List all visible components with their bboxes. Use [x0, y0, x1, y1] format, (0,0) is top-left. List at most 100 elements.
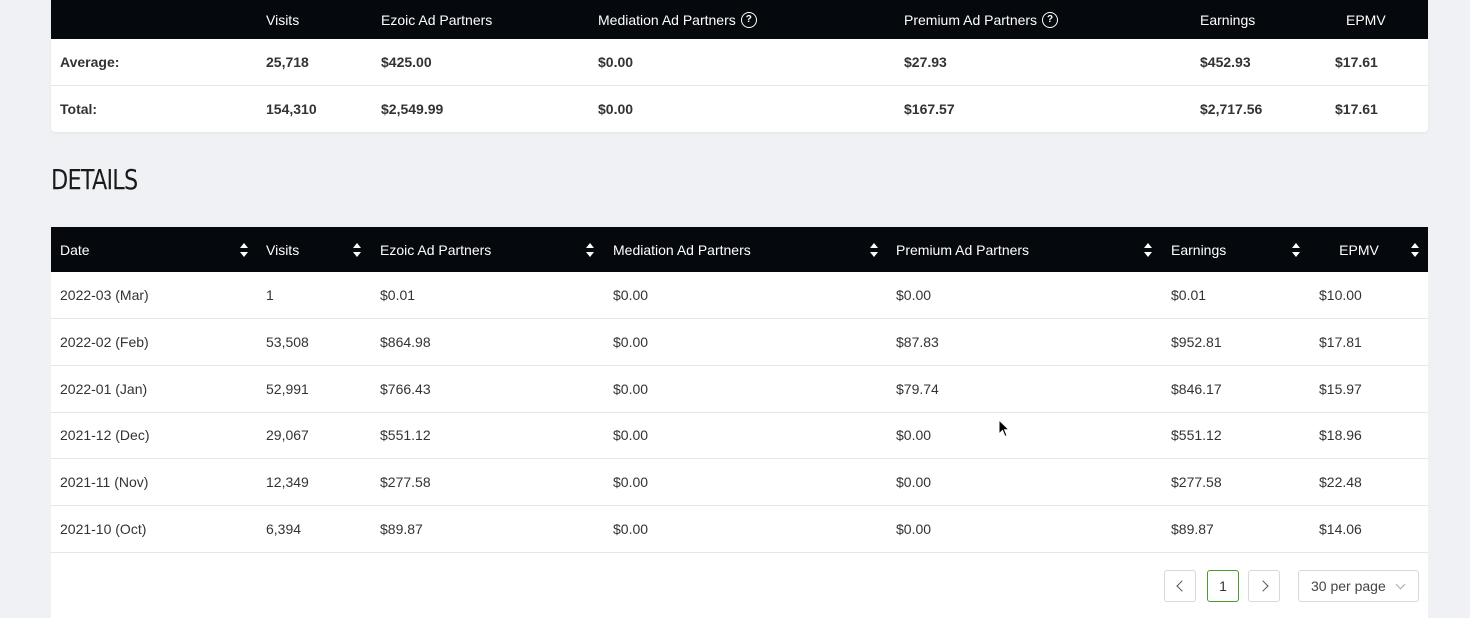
average-earnings: $452.93: [1200, 54, 1251, 70]
cell-earnings: $846.17: [1171, 381, 1222, 397]
cell-epmv: $14.06: [1319, 521, 1362, 537]
column-header-premium-label: Premium Ad Partners: [896, 241, 1030, 258]
cell-earnings: $952.81: [1171, 334, 1222, 350]
cell-earnings: $551.12: [1171, 427, 1222, 443]
column-header-date[interactable]: Date: [51, 227, 257, 272]
column-header-epmv[interactable]: EPMV: [1310, 227, 1428, 272]
cell-epmv: $10.00: [1319, 287, 1362, 303]
help-icon[interactable]: ?: [740, 11, 757, 28]
column-header-date-label: Date: [60, 241, 90, 258]
per-page-value: 30 per page: [1311, 578, 1386, 594]
cell-mediation: $0.00: [613, 334, 649, 350]
table-row: 2021-10 (Oct) 6,394 $89.87 $0.00 $0.00 $…: [51, 506, 1428, 553]
average-mediation: $0.00: [598, 54, 634, 70]
cell-mediation: $0.00: [613, 287, 649, 303]
total-earnings: $2,717.56: [1200, 101, 1263, 117]
cell-visits: 53,508: [266, 334, 309, 350]
average-epmv: $17.61: [1335, 54, 1378, 70]
cell-premium: $87.83: [896, 334, 939, 350]
table-row: 2021-12 (Dec) 29,067 $551.12 $0.00 $0.00…: [51, 412, 1428, 459]
column-header-epmv-label: EPMV: [1339, 241, 1379, 258]
cell-premium: $0.00: [896, 427, 932, 443]
column-header-mediation[interactable]: Mediation Ad Partners: [604, 227, 887, 272]
total-label: Total:: [60, 101, 98, 117]
details-title: DETAILS: [51, 163, 138, 196]
average-label: Average:: [60, 54, 120, 70]
summary-header-visits: Visits: [266, 11, 300, 28]
cell-visits: 6,394: [266, 521, 302, 537]
cell-ezoic: $89.87: [380, 521, 423, 537]
table-row: 2021-11 (Nov) 12,349 $277.58 $0.00 $0.00…: [51, 459, 1428, 506]
sort-icon[interactable]: [353, 241, 361, 259]
column-header-mediation-label: Mediation Ad Partners: [613, 241, 751, 258]
cell-epmv: $17.81: [1319, 334, 1362, 350]
cell-ezoic: $766.43: [380, 381, 431, 397]
column-header-earnings[interactable]: Earnings: [1162, 227, 1310, 272]
column-header-premium[interactable]: Premium Ad Partners: [887, 227, 1162, 272]
cell-ezoic: $0.01: [380, 287, 416, 303]
total-ezoic: $2,549.99: [381, 101, 444, 117]
page-button-current[interactable]: 1: [1207, 570, 1239, 602]
next-page-button[interactable]: [1248, 570, 1280, 602]
per-page-select[interactable]: 30 per page: [1298, 570, 1419, 602]
cell-date: 2021-12 (Dec): [60, 427, 150, 443]
summary-header-row: Visits Ezoic Ad Partners Mediation Ad Pa…: [51, 0, 1428, 39]
sort-icon[interactable]: [1144, 241, 1152, 259]
summary-table: Visits Ezoic Ad Partners Mediation Ad Pa…: [51, 0, 1428, 132]
column-header-earnings-label: Earnings: [1171, 241, 1227, 258]
details-header-row: Date Visits Ezoic Ad Partners Mediation …: [51, 227, 1428, 272]
total-visits: 154,310: [266, 101, 317, 117]
cell-ezoic: $277.58: [380, 474, 431, 490]
average-visits: 25,718: [266, 54, 309, 70]
total-premium: $167.57: [904, 101, 955, 117]
table-row: 2022-03 (Mar) 1 $0.01 $0.00 $0.00 $0.01 …: [51, 272, 1428, 319]
cell-ezoic: $551.12: [380, 427, 431, 443]
cell-premium: $0.00: [896, 474, 932, 490]
cell-premium: $0.00: [896, 521, 932, 537]
cell-date: 2022-01 (Jan): [60, 381, 148, 397]
sort-icon[interactable]: [1292, 241, 1300, 259]
cell-ezoic: $864.98: [380, 334, 431, 350]
cell-mediation: $0.00: [613, 474, 649, 490]
cell-visits: 1: [266, 287, 274, 303]
summary-header-ezoic: Ezoic Ad Partners: [381, 11, 493, 28]
summary-row-total: Total: 154,310 $2,549.99 $0.00 $167.57 $…: [51, 86, 1428, 132]
help-icon[interactable]: ?: [1042, 11, 1059, 28]
total-epmv: $17.61: [1335, 101, 1378, 117]
cell-mediation: $0.00: [613, 521, 649, 537]
column-header-visits-label: Visits: [266, 241, 300, 258]
cell-visits: 12,349: [266, 474, 309, 490]
prev-page-button[interactable]: [1164, 570, 1196, 602]
column-header-visits[interactable]: Visits: [257, 227, 371, 272]
table-row: 2022-01 (Jan) 52,991 $766.43 $0.00 $79.7…: [51, 366, 1428, 413]
average-ezoic: $425.00: [381, 54, 432, 70]
summary-header-mediation: Mediation Ad Partners ?: [598, 0, 757, 39]
chevron-down-icon: [1395, 579, 1406, 590]
sort-icon[interactable]: [1411, 241, 1419, 259]
summary-header-epmv: EPMV: [1346, 11, 1386, 28]
column-header-ezoic[interactable]: Ezoic Ad Partners: [371, 227, 604, 272]
cell-visits: 29,067: [266, 427, 309, 443]
summary-row-average: Average: 25,718 $425.00 $0.00 $27.93 $45…: [51, 39, 1428, 86]
cell-earnings: $0.01: [1171, 287, 1207, 303]
summary-header-mediation-label: Mediation Ad Partners: [598, 11, 736, 28]
chevron-left-icon: [1175, 580, 1188, 592]
cell-epmv: $18.96: [1319, 427, 1362, 443]
summary-header-earnings: Earnings: [1200, 11, 1256, 28]
cell-date: 2022-03 (Mar): [60, 287, 149, 303]
sort-icon[interactable]: [870, 241, 878, 259]
sort-icon[interactable]: [240, 241, 248, 259]
sort-icon[interactable]: [586, 241, 594, 259]
average-premium: $27.93: [904, 54, 947, 70]
cell-earnings: $277.58: [1171, 474, 1222, 490]
cell-epmv: $22.48: [1319, 474, 1362, 490]
summary-header-premium: Premium Ad Partners ?: [904, 0, 1059, 39]
cell-earnings: $89.87: [1171, 521, 1214, 537]
cell-mediation: $0.00: [613, 427, 649, 443]
total-mediation: $0.00: [598, 101, 634, 117]
cell-date: 2022-02 (Feb): [60, 334, 149, 350]
summary-header-premium-label: Premium Ad Partners: [904, 11, 1038, 28]
cell-date: 2021-11 (Nov): [60, 474, 149, 490]
cell-premium: $0.00: [896, 287, 932, 303]
details-table: Date Visits Ezoic Ad Partners Mediation …: [51, 227, 1428, 618]
